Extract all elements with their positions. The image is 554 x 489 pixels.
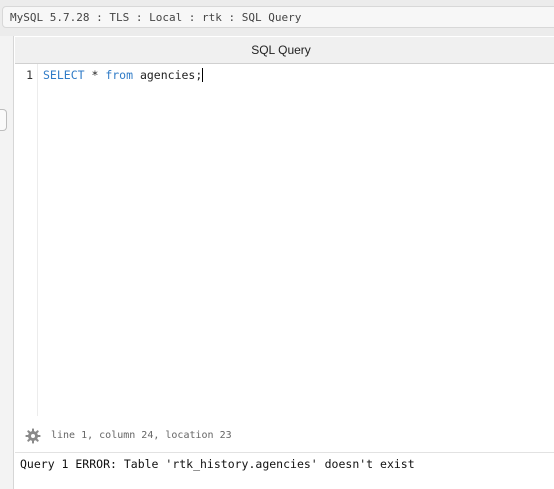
- results-divider: [15, 452, 554, 453]
- gear-icon[interactable]: [25, 428, 41, 444]
- sql-token: *: [84, 68, 106, 82]
- line-number: 1: [26, 68, 33, 82]
- connection-path: MySQL 5.7.28 : TLS : Local : rtk : SQL Q…: [2, 6, 554, 28]
- line-number-gutter: 1: [15, 64, 38, 416]
- left-sidebar: [0, 36, 14, 489]
- cursor-position-status: line 1, column 24, location 23: [51, 430, 232, 441]
- tab-sql-query[interactable]: SQL Query: [15, 37, 547, 63]
- window-titlebar: MySQL 5.7.28 : TLS : Local : rtk : SQL Q…: [0, 0, 554, 36]
- sql-token: agencies;: [133, 68, 203, 82]
- text-caret: [202, 68, 204, 82]
- editor-status-bar: line 1, column 24, location 23: [15, 426, 554, 448]
- tab-bar: SQL Query: [15, 37, 554, 64]
- query-error-message: Query 1 ERROR: Table 'rtk_history.agenci…: [20, 457, 415, 471]
- sql-keyword-from: from: [105, 68, 134, 82]
- sql-editor[interactable]: SELECT * from agencies;: [38, 64, 554, 416]
- sidebar-collapse-handle[interactable]: [0, 109, 7, 131]
- code-line[interactable]: SELECT * from agencies;: [43, 68, 204, 82]
- sql-keyword-select: SELECT: [43, 68, 85, 82]
